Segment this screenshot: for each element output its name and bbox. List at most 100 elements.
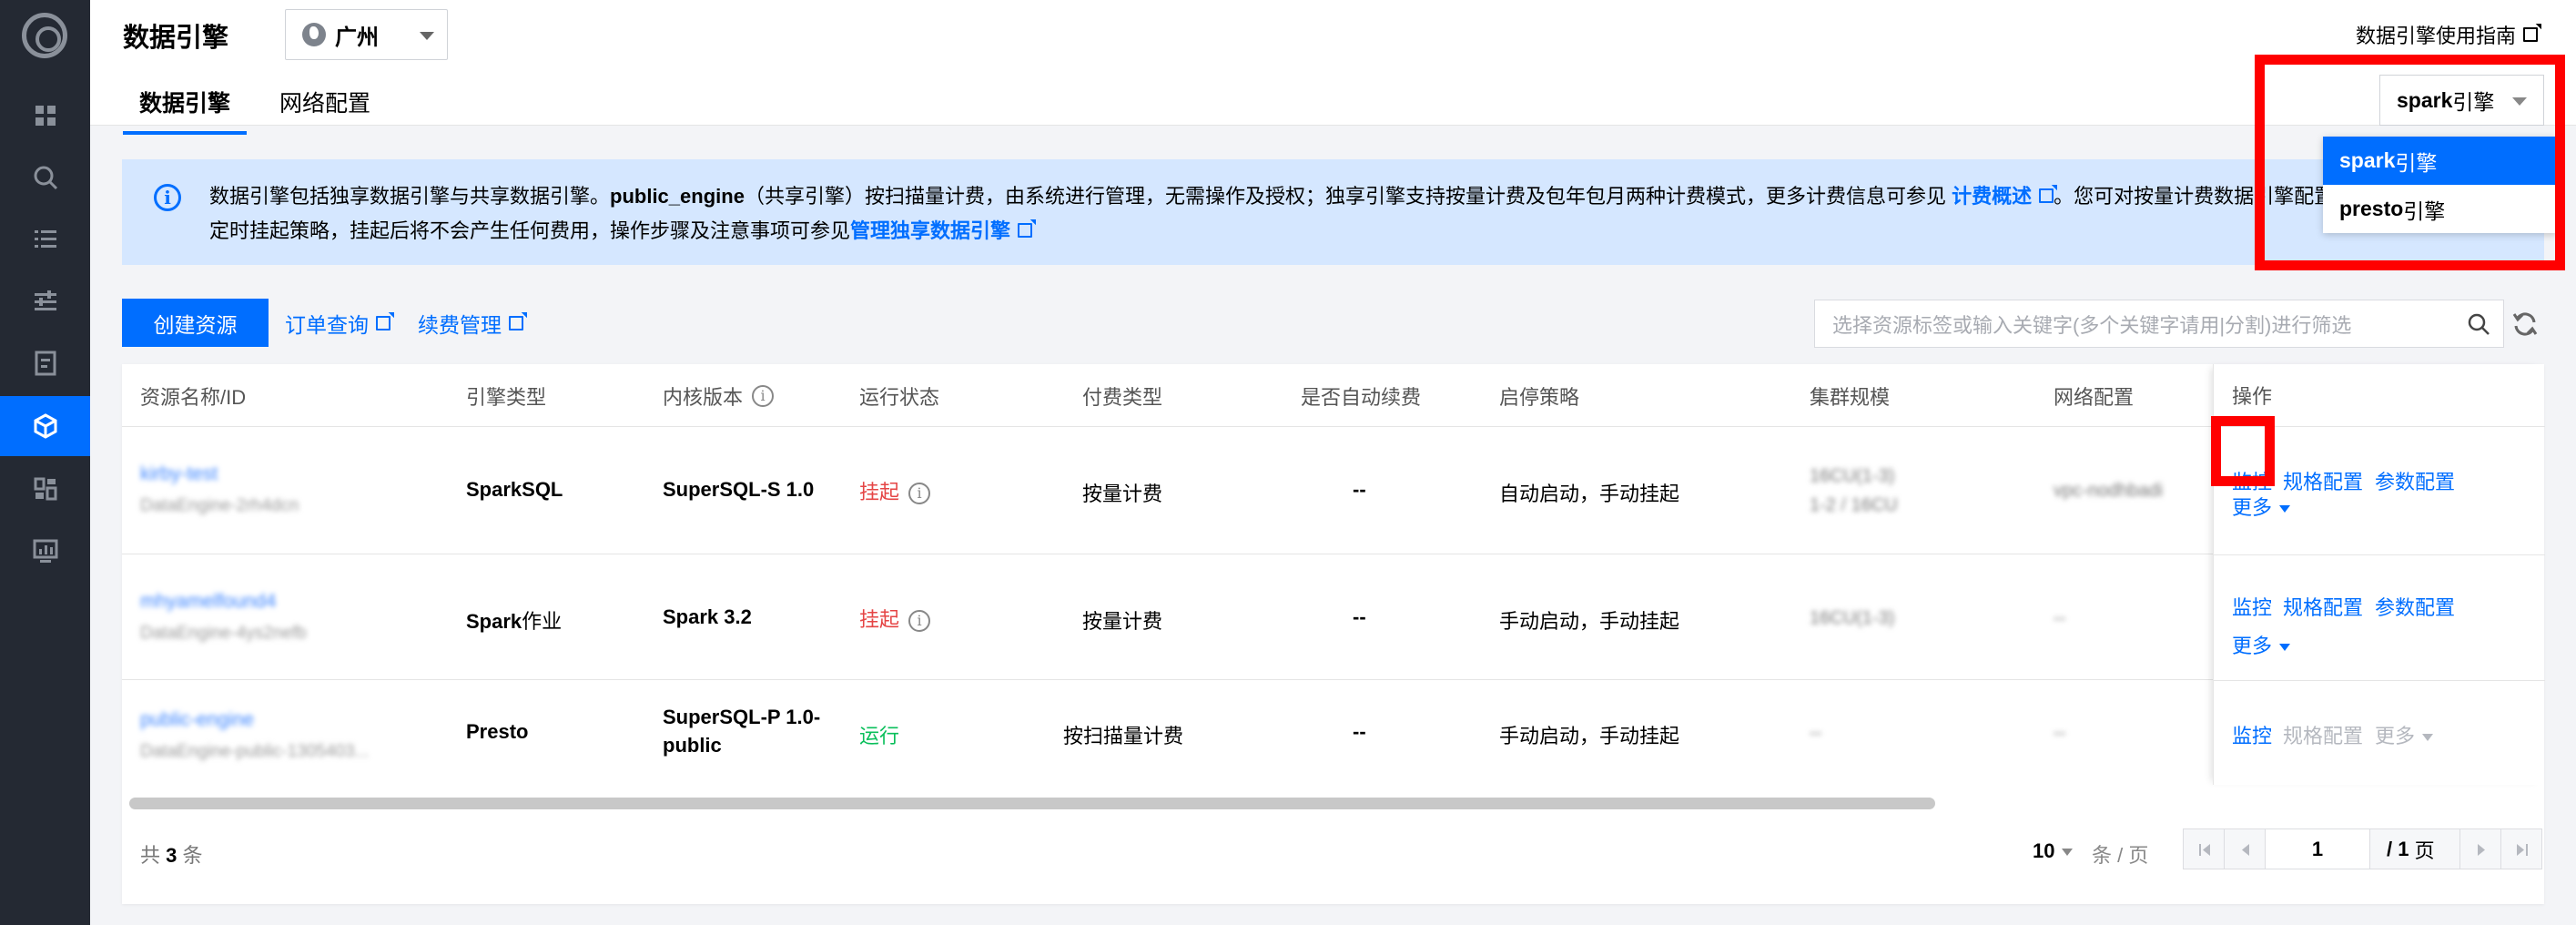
spec-config-link-disabled: 规格配置 — [2283, 725, 2364, 747]
cloud-logo-icon[interactable] — [22, 13, 67, 58]
billing-overview-link[interactable]: 计费概述 — [1952, 185, 2054, 208]
list-icon[interactable] — [0, 209, 90, 269]
renew-management-link[interactable]: 续费管理 — [418, 308, 523, 339]
monitor-chart-icon[interactable] — [0, 521, 90, 581]
resource-name[interactable]: mhyamelfound4 — [140, 589, 276, 613]
search-placeholder: 选择资源标签或输入关键字(多个关键字请用|分割)进行筛选 — [1832, 313, 2352, 337]
resource-id-text: DataEngine-4ys2nefb — [140, 624, 307, 643]
tab-network-config[interactable]: 网络配置 — [263, 75, 387, 135]
last-page-button[interactable] — [2500, 828, 2542, 869]
page-header: 数据引擎 广州 数据引擎 网络配置 数据引擎使用指南 — [90, 0, 2576, 135]
status-info-icon[interactable]: i — [908, 610, 931, 633]
network-config: -- — [2054, 720, 2065, 744]
globe-icon — [302, 23, 326, 46]
manage-engine-link[interactable]: 管理独享数据引擎 — [850, 219, 1033, 242]
col-network-config: 网络配置 — [2054, 385, 2135, 409]
external-link-icon — [2039, 188, 2054, 203]
banner-text-3: （共享引擎）按扫描量计费，由系统进行管理，无需操作及授权；独享引擎支持按量计费及… — [744, 185, 1952, 208]
tab-data-engine[interactable]: 数据引擎 — [123, 75, 248, 135]
param-config-link[interactable]: 参数配置 — [2375, 592, 2455, 621]
help-icon[interactable]: i — [752, 384, 775, 407]
monitor-link[interactable]: 监控 — [2232, 720, 2272, 749]
pay-type: 按量计费 — [1082, 610, 1163, 633]
pay-type: 按扫描量计费 — [1063, 725, 1184, 747]
page-number-input[interactable]: 1 — [2265, 828, 2370, 869]
total-value: 3 — [166, 844, 177, 867]
scrollbar-thumb[interactable] — [129, 798, 1935, 809]
dashboard-icon[interactable] — [0, 86, 90, 146]
spec-config-link[interactable]: 规格配置 — [2283, 466, 2363, 495]
table-row: mhyamelfound4 DataEngine-4ys2nefb Spark作… — [122, 554, 2544, 680]
first-page-icon — [2199, 844, 2210, 856]
status-text: 挂起 — [859, 481, 900, 503]
renew-management-label: 续费管理 — [418, 313, 502, 337]
data-engine-cube-icon[interactable] — [0, 396, 90, 456]
page-title: 数据引擎 — [123, 24, 229, 53]
order-query-link[interactable]: 订单查询 — [285, 308, 390, 339]
run-status: 挂起 i — [859, 604, 931, 633]
spec-config-link[interactable]: 规格配置 — [2283, 592, 2363, 621]
chevron-down-icon — [420, 32, 434, 40]
engine-type: Presto — [466, 720, 528, 744]
resource-name-text[interactable]: kirby-test — [140, 463, 218, 484]
external-link-icon — [509, 316, 523, 330]
banner-text-5: 定时挂起策略，挂起后将不会产生任何费用，操作步骤及注意事项可参见 — [209, 219, 851, 242]
run-status: 运行 — [859, 725, 900, 747]
cluster-scale-text: 16CU(1-3) — [1810, 466, 1895, 486]
monitor-link[interactable]: 监控 — [2232, 592, 2272, 621]
caret-down-icon — [2279, 505, 2291, 513]
refresh-icon[interactable] — [2510, 310, 2540, 339]
banner-text-1: 数据引擎包括独享数据引擎与共享数据引擎。 — [209, 185, 611, 208]
col-kernel-version: 内核版本 i — [663, 364, 775, 427]
table-row: kirby-test DataEngine-2rh4dcn SparkSQL S… — [122, 427, 2544, 554]
page-total: / 1 页 — [2369, 828, 2460, 869]
kernel-version-2: public — [663, 734, 722, 757]
row-divider — [2214, 554, 2545, 555]
horizontal-scrollbar[interactable] — [126, 792, 2541, 814]
total-prefix: 共 — [140, 844, 161, 867]
page-size-select[interactable]: 10 — [2033, 839, 2074, 863]
resource-name-text[interactable]: public-engine — [140, 709, 254, 730]
network-config: -- — [2054, 605, 2065, 629]
grid-panel-icon[interactable] — [0, 459, 90, 519]
run-status: 挂起 i — [859, 476, 931, 505]
network-config: vpc-nodhbadi — [2054, 478, 2163, 502]
pay-type: 按量计费 — [1082, 483, 1163, 505]
resource-name[interactable]: public-engine — [140, 707, 254, 731]
query-search-icon[interactable] — [0, 147, 90, 208]
resource-name[interactable]: kirby-test — [140, 462, 218, 485]
prev-page-button[interactable] — [2224, 828, 2266, 869]
col-kernel-version-label: 内核版本 — [663, 385, 744, 409]
status-info-icon[interactable]: i — [908, 483, 931, 505]
usage-guide-link[interactable]: 数据引擎使用指南 — [2356, 20, 2538, 49]
cluster-scale-text: -- — [1810, 723, 1822, 743]
caret-down-icon — [2062, 849, 2074, 857]
search-input[interactable]: 选择资源标签或输入关键字(多个关键字请用|分割)进行筛选 — [1814, 300, 2504, 348]
resource-name-text[interactable]: mhyamelfound4 — [140, 591, 276, 612]
col-engine-type: 引擎类型 — [466, 385, 547, 409]
param-config-link[interactable]: 参数配置 — [2375, 466, 2455, 495]
region-selector[interactable]: 广州 — [285, 9, 448, 60]
create-resource-button[interactable]: 创建资源 — [122, 299, 269, 347]
billing-overview-label: 计费概述 — [1952, 185, 2033, 208]
document-icon[interactable] — [0, 333, 90, 393]
more-label: 更多 — [2232, 635, 2273, 657]
auto-renew: -- — [1353, 720, 1366, 743]
engine-type-suffix: 作业 — [522, 610, 563, 633]
more-dropdown[interactable]: 更多 — [2232, 630, 2291, 659]
prev-page-icon — [2242, 844, 2249, 856]
more-dropdown[interactable]: 更多 — [2232, 492, 2291, 521]
caret-down-icon — [2422, 734, 2434, 742]
col-auto-renew: 是否自动续费 — [1301, 385, 1422, 409]
external-link-icon — [376, 316, 390, 330]
search-icon[interactable] — [2467, 312, 2490, 336]
sliders-icon[interactable] — [0, 271, 90, 331]
next-page-button[interactable] — [2459, 828, 2501, 869]
usage-guide-label: 数据引擎使用指南 — [2355, 25, 2516, 47]
engine-type-text: Spark — [466, 610, 522, 633]
page-total-value: / 1 — [2387, 837, 2409, 860]
first-page-button[interactable] — [2183, 828, 2225, 869]
resource-id: DataEngine-2rh4dcn — [140, 493, 299, 516]
info-banner: i 数据引擎包括独享数据引擎与共享数据引擎。public_engine（共享引擎… — [122, 159, 2544, 265]
start-stop-policy: 自动启动，手动挂起 — [1499, 483, 1680, 505]
